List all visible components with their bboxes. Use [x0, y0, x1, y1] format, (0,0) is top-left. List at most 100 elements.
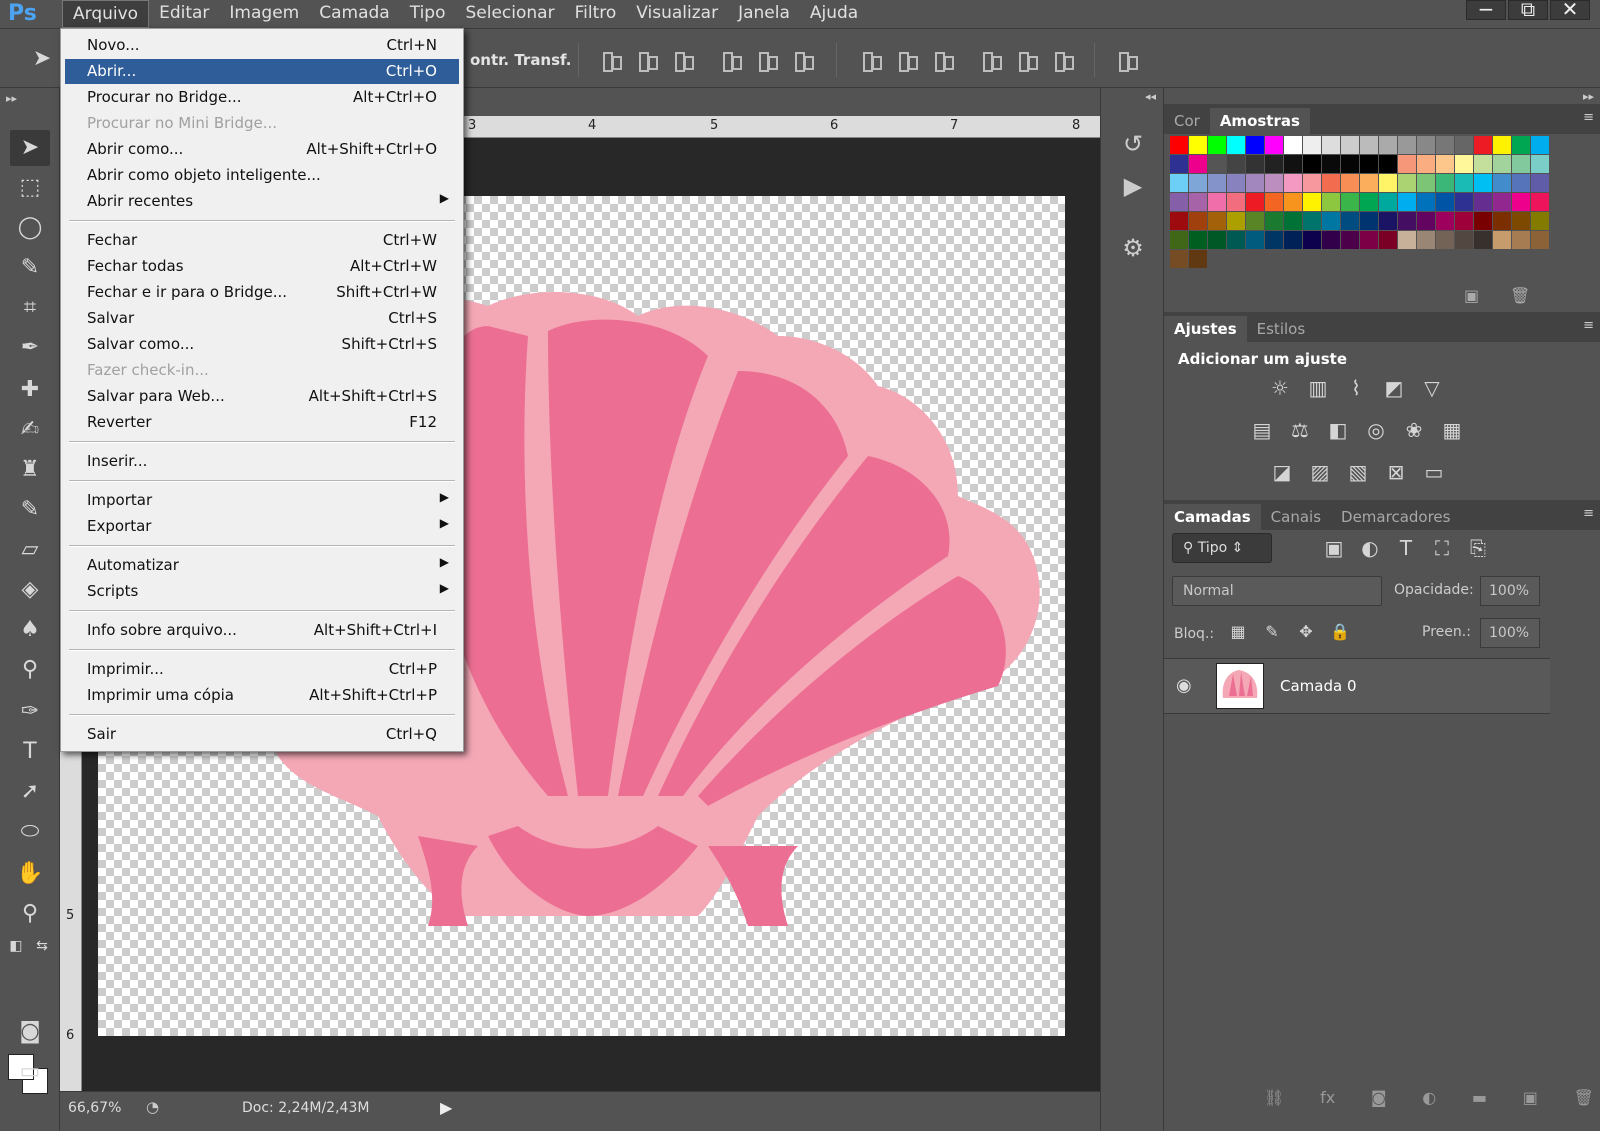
- file-menu-item[interactable]: Exportar ▶: [65, 514, 459, 539]
- color-swatch[interactable]: [1265, 193, 1283, 211]
- color-swatch[interactable]: [1341, 136, 1359, 154]
- file-menu-item[interactable]: Novo... Ctrl+N: [65, 33, 459, 58]
- lock-position-icon[interactable]: ✥: [1292, 618, 1320, 646]
- color-swatch[interactable]: [1189, 231, 1207, 249]
- color-swatch[interactable]: [1436, 136, 1454, 154]
- color-swatch[interactable]: [1398, 136, 1416, 154]
- color-swatch[interactable]: [1455, 212, 1473, 230]
- hand-tool-icon[interactable]: ✋: [10, 856, 50, 892]
- quick-selection-tool-icon[interactable]: ✎: [10, 250, 50, 286]
- restore-button[interactable]: ⧉: [1508, 0, 1548, 20]
- color-swatch[interactable]: [1341, 155, 1359, 173]
- hue-saturation-icon[interactable]: ▤: [1248, 416, 1276, 444]
- levels-icon[interactable]: ▥: [1304, 374, 1332, 402]
- align-left-edges-icon[interactable]: [720, 49, 742, 72]
- color-swatch[interactable]: [1265, 212, 1283, 230]
- color-swatch[interactable]: [1493, 136, 1511, 154]
- color-swatch[interactable]: [1455, 155, 1473, 173]
- color-swatch[interactable]: [1417, 155, 1435, 173]
- history-panel-icon[interactable]: ↺: [1117, 128, 1149, 160]
- color-swatch[interactable]: [1455, 231, 1473, 249]
- exposure-icon[interactable]: ◩: [1380, 374, 1408, 402]
- tab-canais[interactable]: Canais: [1261, 504, 1331, 530]
- color-swatch[interactable]: [1170, 155, 1188, 173]
- color-swatch[interactable]: [1189, 155, 1207, 173]
- color-swatch[interactable]: [1208, 136, 1226, 154]
- color-swatch[interactable]: [1189, 136, 1207, 154]
- properties-panel-icon[interactable]: ⚙: [1117, 232, 1149, 264]
- color-swatch[interactable]: [1379, 231, 1397, 249]
- color-swatch[interactable]: [1189, 250, 1207, 268]
- ellipse-tool-icon[interactable]: ⬭: [10, 814, 50, 850]
- color-balance-icon[interactable]: ⚖: [1286, 416, 1314, 444]
- zoom-tool-icon[interactable]: ⚲: [10, 896, 50, 932]
- color-swatch[interactable]: [1170, 212, 1188, 230]
- color-swatch[interactable]: [1189, 193, 1207, 211]
- color-swatch[interactable]: [1474, 212, 1492, 230]
- file-menu-item[interactable]: Fechar e ir para o Bridge... Shift+Ctrl+W: [65, 280, 459, 305]
- default-colors-icon[interactable]: ◧: [4, 928, 28, 964]
- swap-colors-icon[interactable]: ⇆: [30, 928, 54, 964]
- tab-cor[interactable]: Cor: [1164, 108, 1210, 134]
- color-swatch[interactable]: [1322, 174, 1340, 192]
- file-menu-item[interactable]: Sair Ctrl+Q: [65, 722, 459, 747]
- distribute-horizontal-centers-icon[interactable]: [1016, 49, 1038, 72]
- color-swatch[interactable]: [1474, 193, 1492, 211]
- color-swatch[interactable]: [1227, 193, 1245, 211]
- history-brush-tool-icon[interactable]: ✎: [10, 492, 50, 528]
- file-menu-item[interactable]: Procurar no Bridge... Alt+Ctrl+O: [65, 85, 459, 110]
- paint-bucket-tool-icon[interactable]: ◈: [10, 572, 50, 608]
- distribute-bottom-edges-icon[interactable]: [932, 49, 954, 72]
- distribute-top-edges-icon[interactable]: [860, 49, 882, 72]
- color-swatch[interactable]: [1341, 231, 1359, 249]
- color-swatch[interactable]: [1455, 136, 1473, 154]
- color-swatch[interactable]: [1417, 212, 1435, 230]
- eraser-tool-icon[interactable]: ▱: [10, 532, 50, 568]
- color-swatch[interactable]: [1246, 231, 1264, 249]
- color-swatch[interactable]: [1208, 212, 1226, 230]
- marquee-tool-icon[interactable]: ⬚: [10, 170, 50, 206]
- align-vertical-centers-icon[interactable]: [636, 49, 658, 72]
- color-swatch[interactable]: [1246, 193, 1264, 211]
- menu-editar[interactable]: Editar: [149, 0, 219, 28]
- color-swatch[interactable]: [1322, 136, 1340, 154]
- color-swatch[interactable]: [1398, 231, 1416, 249]
- curves-icon[interactable]: ⌇: [1342, 374, 1370, 402]
- color-swatch[interactable]: [1284, 174, 1302, 192]
- color-swatch[interactable]: [1246, 174, 1264, 192]
- new-swatch-icon[interactable]: ▣: [1464, 286, 1479, 305]
- color-swatch[interactable]: [1436, 155, 1454, 173]
- color-swatch[interactable]: [1474, 136, 1492, 154]
- color-swatch[interactable]: [1417, 231, 1435, 249]
- color-swatch[interactable]: [1208, 231, 1226, 249]
- panel-menu-icon[interactable]: ≡: [1583, 318, 1594, 333]
- file-menu-item[interactable]: Fechar Ctrl+W: [65, 228, 459, 253]
- crop-tool-icon[interactable]: ⌗: [10, 290, 50, 326]
- color-swatch[interactable]: [1322, 231, 1340, 249]
- color-swatch[interactable]: [1531, 231, 1549, 249]
- status-info-icon[interactable]: ◔: [146, 1098, 159, 1116]
- file-menu-item[interactable]: Abrir... Ctrl+O: [65, 59, 459, 84]
- color-swatch[interactable]: [1170, 250, 1188, 268]
- distribute-vertical-centers-icon[interactable]: [896, 49, 918, 72]
- menu-arquivo[interactable]: Arquivo: [62, 0, 150, 28]
- collapse-panels-icon[interactable]: ▸▸: [1583, 90, 1594, 103]
- vibrance-icon[interactable]: ▽: [1418, 374, 1446, 402]
- align-horizontal-centers-icon[interactable]: [756, 49, 778, 72]
- color-swatch[interactable]: [1512, 136, 1530, 154]
- menu-janela[interactable]: Janela: [728, 0, 800, 28]
- color-swatch[interactable]: [1417, 193, 1435, 211]
- color-swatch[interactable]: [1531, 136, 1549, 154]
- color-swatch[interactable]: [1531, 174, 1549, 192]
- collapse-toolbar-icon[interactable]: ▸▸: [6, 92, 17, 105]
- color-swatch[interactable]: [1341, 193, 1359, 211]
- lock-transparent-icon[interactable]: ▦: [1224, 618, 1252, 646]
- filter-adjustment-icon[interactable]: ◐: [1356, 534, 1384, 562]
- status-menu-arrow-icon[interactable]: ▶: [440, 1098, 452, 1117]
- channel-mixer-icon[interactable]: ❀: [1400, 416, 1428, 444]
- menu-visualizar[interactable]: Visualizar: [626, 0, 728, 28]
- color-swatch[interactable]: [1493, 174, 1511, 192]
- color-swatch[interactable]: [1208, 155, 1226, 173]
- screen-mode-icon[interactable]: ▭: [10, 1054, 50, 1090]
- color-swatch[interactable]: [1436, 212, 1454, 230]
